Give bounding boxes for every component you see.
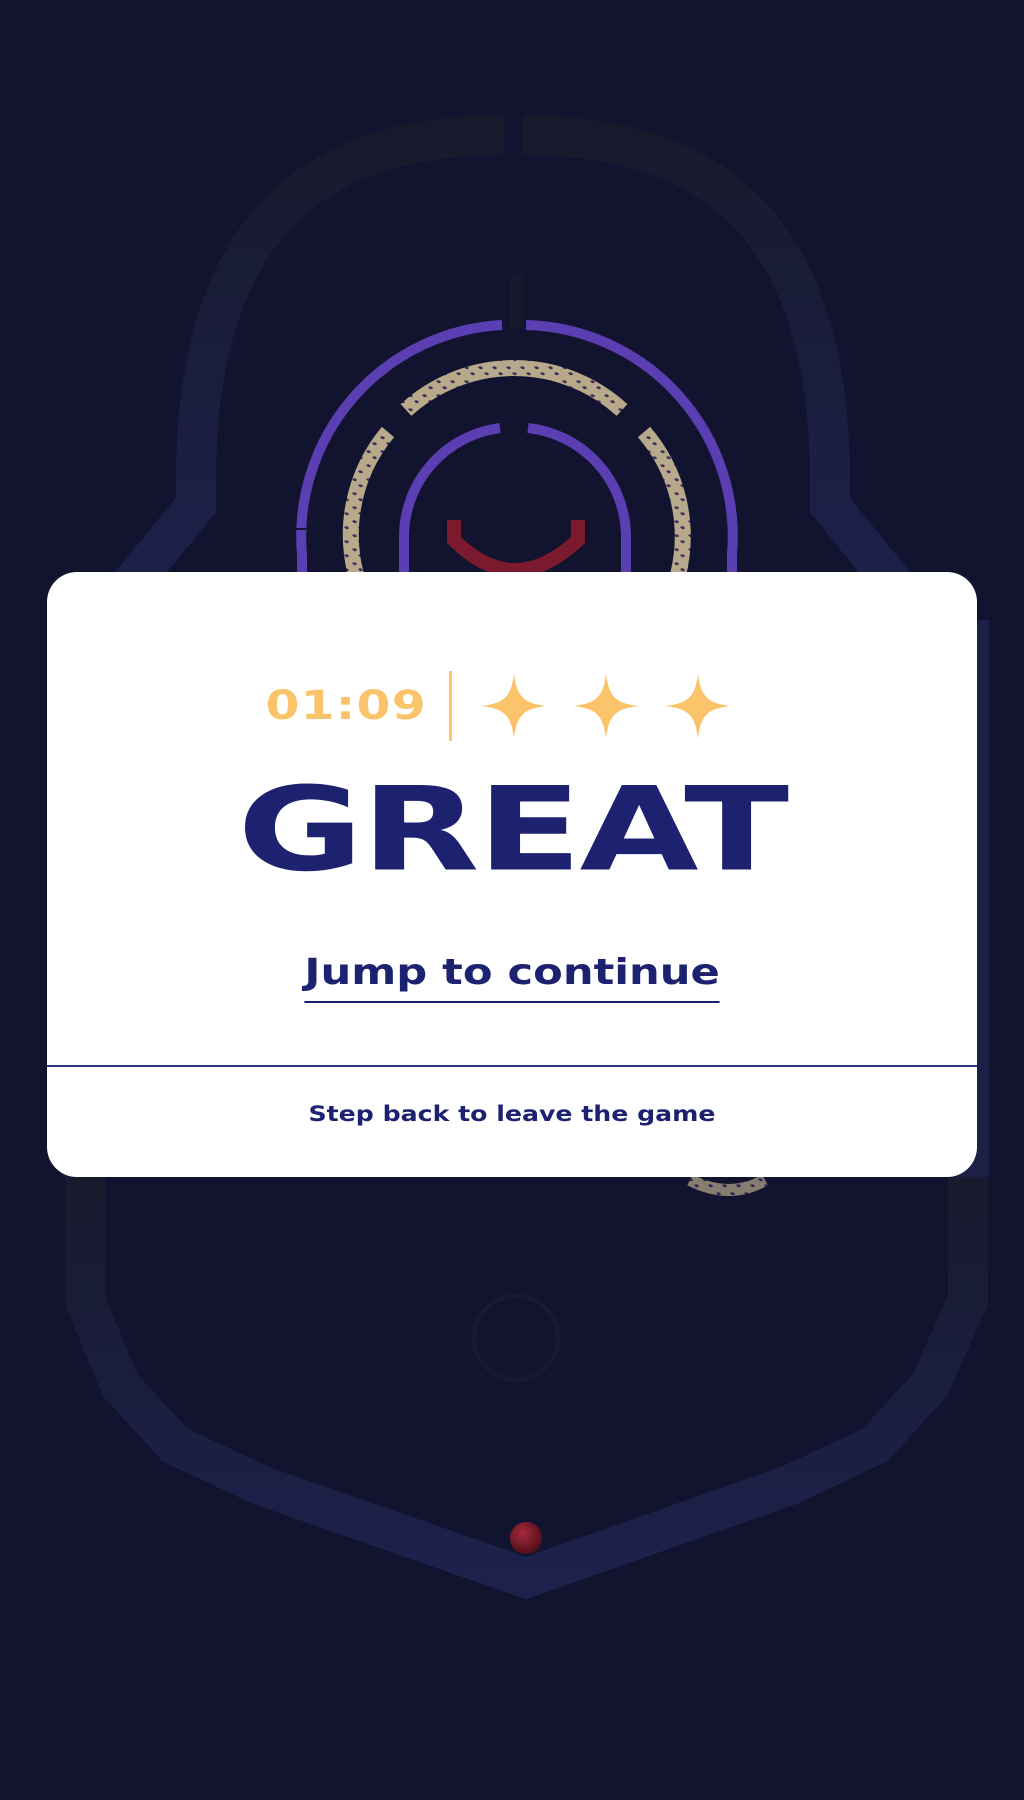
- target-hole: [472, 1294, 560, 1382]
- maze-gate: [510, 275, 524, 327]
- result-headline: GREAT: [237, 761, 789, 898]
- stats-divider: [448, 671, 452, 741]
- stats-row: 01:09: [47, 670, 977, 742]
- game-stage: 01:09 GREAT Jump to continue Step back t…: [0, 0, 1024, 1800]
- result-card: 01:09 GREAT Jump to continue Step back t…: [47, 572, 977, 1177]
- timer-value: 01:09: [265, 683, 428, 729]
- leave-game-prompt[interactable]: Step back to leave the game: [47, 1102, 977, 1126]
- maze-rings: [294, 320, 738, 578]
- continue-prompt[interactable]: Jump to continue: [47, 952, 977, 1003]
- star-icon: [481, 673, 547, 739]
- continue-prompt-label[interactable]: Jump to continue: [304, 952, 720, 1003]
- star-rating: [468, 672, 744, 740]
- star-icon: [665, 673, 731, 739]
- ball-icon: [510, 1522, 542, 1554]
- maze-obstacle: [687, 1174, 768, 1196]
- card-divider: [47, 1065, 977, 1067]
- star-icon: [573, 673, 639, 739]
